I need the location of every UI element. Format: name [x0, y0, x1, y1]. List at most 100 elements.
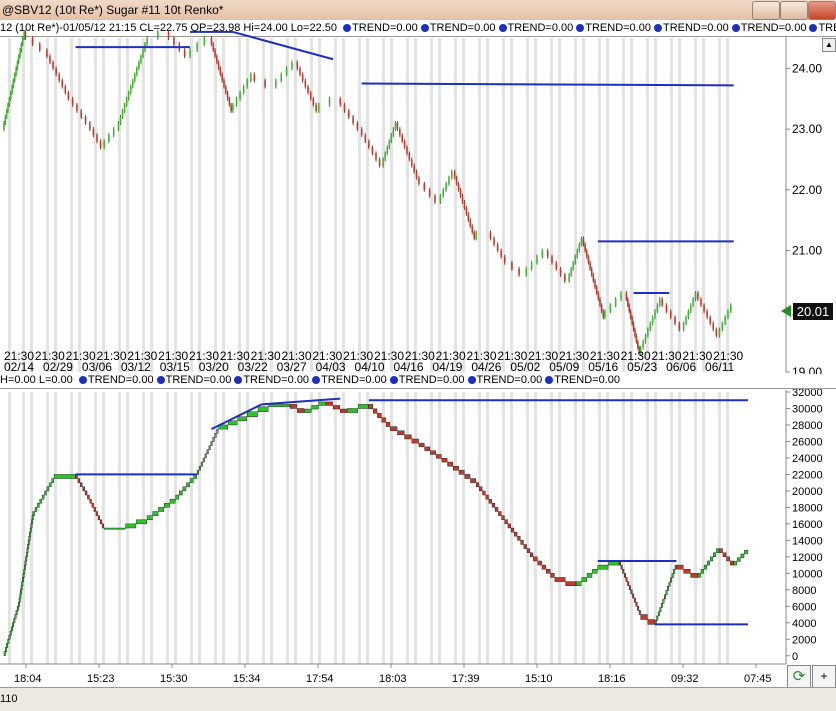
renko-brick — [31, 519, 34, 525]
session-stripe — [334, 392, 337, 664]
renko-brick — [89, 498, 92, 504]
renko-brick — [309, 92, 312, 99]
bottom-trend-label: TREND=0.00 — [554, 374, 620, 386]
renko-brick — [384, 153, 386, 160]
x-tick-date: 03/12 — [121, 360, 151, 374]
bottom-trend-label: TREND=0.00 — [321, 374, 387, 386]
x-tick-date: 04/10 — [355, 360, 385, 374]
session-stripe — [54, 38, 57, 372]
renko-brick — [13, 618, 16, 623]
renko-brick — [594, 280, 596, 287]
bottom-trend-label: TREND=0.00 — [87, 374, 154, 386]
renko-brick — [642, 341, 644, 348]
session-stripe — [718, 392, 721, 664]
renko-brick — [196, 44, 198, 51]
session-stripe — [46, 38, 49, 372]
session-stripe — [462, 392, 465, 664]
renko-brick — [697, 573, 701, 578]
renko-brick — [574, 256, 577, 263]
renko-brick — [112, 129, 115, 136]
y-tick-label: 28000 — [792, 420, 823, 432]
bottom-panel-trend-labels: TREND=0.00 TREND=0.00 TREND=0.00 TREND=0.00… — [76, 374, 620, 386]
renko-brick — [635, 335, 638, 342]
renko-brick — [700, 299, 702, 306]
renko-brick — [580, 238, 583, 245]
renko-brick — [633, 597, 636, 603]
x-tick-label: 15:10 — [525, 673, 553, 685]
renko-brick — [390, 426, 398, 431]
refresh-button[interactable]: ⟳ — [787, 665, 811, 689]
session-stripe — [454, 392, 457, 664]
renko-brick — [730, 305, 732, 312]
renko-brick — [216, 56, 218, 63]
session-stripe — [726, 392, 729, 664]
renko-brick — [29, 527, 32, 533]
session-stripe — [702, 392, 705, 664]
renko-brick — [623, 573, 626, 578]
renko-brick — [264, 80, 266, 87]
renko-brick — [82, 486, 85, 492]
renko-brick — [634, 329, 636, 336]
scroll-up-arrow-icon[interactable]: ▲ — [822, 38, 836, 52]
renko-brick — [713, 552, 717, 558]
session-stripe — [150, 392, 153, 664]
renko-brick — [609, 305, 612, 312]
renko-brick — [318, 401, 326, 406]
x-tick-label: 15:23 — [87, 673, 115, 685]
renko-brick — [533, 556, 538, 562]
session-stripe — [310, 38, 313, 372]
renko-brick — [568, 274, 570, 281]
trend-dot-icon — [467, 376, 476, 384]
session-stripe — [358, 392, 361, 664]
renko-brick — [53, 474, 76, 479]
session-stripe — [694, 392, 697, 664]
renko-brick — [175, 494, 180, 500]
renko-brick — [22, 573, 25, 578]
renko-brick — [403, 141, 406, 148]
renko-brick — [459, 189, 462, 196]
session-stripe — [46, 392, 49, 664]
renko-brick — [715, 329, 718, 336]
session-stripe — [606, 392, 609, 664]
renko-brick — [368, 404, 373, 410]
trend-dot-icon — [78, 376, 87, 384]
renko-chart[interactable]: 19.0020.0021.0022.0023.0024.0021:3021:30… — [0, 0, 836, 710]
add-panel-button[interactable]: + — [812, 665, 836, 689]
renko-brick — [15, 68, 17, 75]
renko-brick — [584, 244, 586, 251]
renko-brick — [632, 323, 635, 330]
x-tick-date: 05/09 — [549, 360, 579, 374]
renko-brick — [418, 442, 425, 448]
renko-brick — [25, 552, 28, 558]
renko-brick — [140, 56, 142, 63]
renko-brick — [212, 44, 215, 51]
renko-brick — [670, 577, 673, 583]
y-tick-label: 4000 — [792, 618, 816, 630]
trend-dot-icon — [234, 376, 243, 384]
renko-brick — [268, 404, 290, 408]
renko-brick — [99, 141, 102, 148]
renko-brick — [410, 159, 413, 166]
session-stripe — [382, 38, 385, 372]
renko-brick — [457, 183, 460, 190]
x-tick-date: 03/20 — [199, 360, 229, 374]
y-tick-label: 8000 — [792, 585, 816, 597]
renko-brick — [108, 135, 110, 142]
session-stripe — [606, 38, 609, 372]
renko-brick — [576, 581, 582, 586]
renko-brick — [121, 110, 124, 117]
renko-brick — [146, 38, 148, 45]
renko-brick — [415, 171, 418, 178]
renko-brick — [27, 544, 30, 549]
renko-brick — [9, 630, 12, 636]
renko-brick — [46, 50, 48, 57]
renko-brick — [581, 577, 587, 582]
renko-brick — [158, 507, 165, 512]
renko-brick — [92, 129, 95, 136]
renko-brick — [203, 38, 206, 45]
session-stripe — [78, 392, 81, 664]
renko-brick — [394, 123, 397, 130]
renko-brick — [30, 523, 33, 529]
trend-dot-icon — [389, 376, 398, 384]
x-tick-date: 02/29 — [43, 360, 73, 374]
